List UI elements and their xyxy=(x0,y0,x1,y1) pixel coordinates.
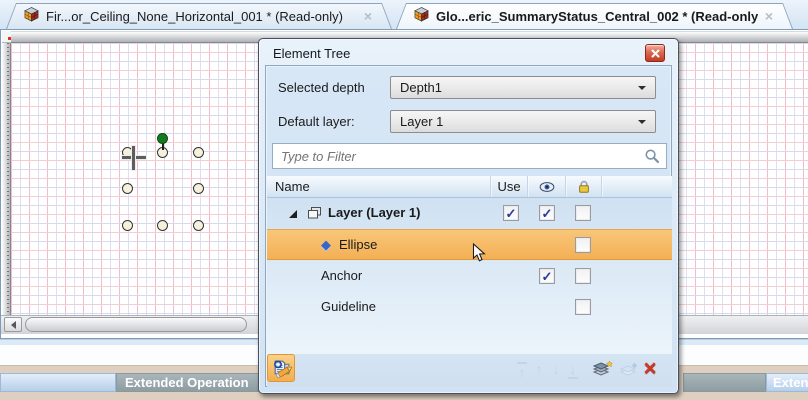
default-layer-label: Default layer: xyxy=(278,114,355,129)
anchor-handle-green-dot[interactable] xyxy=(157,133,168,144)
visibility-checkbox[interactable]: ✓ xyxy=(539,205,555,221)
tab-close-icon[interactable]: × xyxy=(765,9,773,23)
chevron-down-icon xyxy=(638,120,646,124)
document-cube-icon xyxy=(414,7,429,25)
scroll-left-arrow-icon xyxy=(11,321,16,329)
eye-icon xyxy=(539,181,555,193)
tab-close-icon[interactable]: × xyxy=(364,9,372,23)
tree-row-anchor[interactable]: Anchor ✓ xyxy=(267,261,672,292)
column-header-lock xyxy=(566,176,602,197)
tab-bar: Fir...or_Ceiling_None_Horizontal_001 * (… xyxy=(0,0,808,29)
tab-title: Fir...or_Ceiling_None_Horizontal_001 * (… xyxy=(46,9,357,24)
scroll-left-button[interactable] xyxy=(4,317,22,332)
anchor-point[interactable] xyxy=(193,183,204,194)
selected-depth-combobox[interactable]: Depth1 xyxy=(390,76,656,99)
application-window: Fir...or_Ceiling_None_Horizontal_001 * (… xyxy=(0,0,808,400)
ruler-ticks xyxy=(7,43,9,315)
move-down-button-disabled[interactable]: ↓ xyxy=(548,362,564,376)
row-label: Layer (Layer 1) xyxy=(328,205,421,220)
lock-checkbox[interactable] xyxy=(575,299,591,315)
add-layer-button[interactable] xyxy=(591,360,614,382)
anchor-handle-line xyxy=(162,143,164,150)
anchor-point[interactable] xyxy=(122,220,133,231)
vertical-ruler xyxy=(2,43,11,315)
anchor-point[interactable] xyxy=(193,147,204,158)
filter-input[interactable] xyxy=(273,149,638,164)
column-header-use: Use xyxy=(491,176,528,197)
move-up-button-disabled[interactable]: ↑ xyxy=(531,362,547,376)
scrollbar-thumb[interactable] xyxy=(25,317,247,332)
layers-icon xyxy=(307,206,322,223)
selected-depth-value: Depth1 xyxy=(400,80,638,95)
diamond-icon: ◆ xyxy=(321,237,331,253)
lock-checkbox[interactable] xyxy=(575,205,591,221)
column-header-visibility xyxy=(528,176,566,197)
tree-rows-area: Layer (Layer 1) ✓ ✓ ◆ Ellipse Anchor ✓ G xyxy=(267,198,672,354)
visibility-checkbox[interactable]: ✓ xyxy=(539,268,555,284)
crosshair-icon xyxy=(132,146,135,170)
tab-title: Glo...eric_SummaryStatus_Central_002 * (… xyxy=(436,9,758,24)
lock-checkbox[interactable] xyxy=(575,237,591,253)
column-header-spacer xyxy=(602,176,672,197)
tree-row-guideline[interactable]: Guideline xyxy=(267,292,672,323)
default-layer-combobox[interactable]: Layer 1 xyxy=(390,110,656,133)
dock-panel-extended-operation[interactable]: Extended Operation xyxy=(766,373,808,392)
dialog-title[interactable]: Element Tree xyxy=(273,46,350,61)
dock-panel-segment[interactable] xyxy=(0,373,116,392)
move-to-bottom-button-disabled[interactable]: ↓ xyxy=(565,362,581,379)
close-icon xyxy=(651,49,660,58)
expand-triangle-icon[interactable] xyxy=(289,210,297,218)
dialog-toolbar: ↑ ↑ ↓ ↓ xyxy=(267,354,672,387)
row-label: Ellipse xyxy=(339,237,377,252)
mouse-cursor xyxy=(472,243,486,266)
row-label: Guideline xyxy=(321,299,376,314)
default-layer-value: Layer 1 xyxy=(400,114,638,129)
selected-depth-label: Selected depth xyxy=(278,80,365,95)
move-to-top-button-disabled[interactable]: ↑ xyxy=(514,362,530,379)
ruler-origin-marker xyxy=(8,37,11,40)
filter-field xyxy=(272,143,667,169)
lock-icon xyxy=(577,180,591,194)
row-label: Anchor xyxy=(321,268,362,283)
column-header-name: Name xyxy=(267,176,491,197)
element-tree-dialog: Element Tree Selected depth Depth1 Defau… xyxy=(258,38,679,394)
highlighter-tool-icon[interactable] xyxy=(272,359,294,384)
tree-row-ellipse-selected[interactable]: ◆ Ellipse xyxy=(267,229,672,260)
dock-panel-label: Extended Operation xyxy=(773,375,808,390)
new-layer-button-disabled[interactable] xyxy=(618,361,640,382)
search-icon[interactable] xyxy=(638,148,666,164)
tab-document-2-active[interactable]: Glo...eric_SummaryStatus_Central_002 * (… xyxy=(396,3,793,29)
anchor-point[interactable] xyxy=(157,220,168,231)
anchor-point[interactable] xyxy=(122,183,133,194)
anchor-point[interactable] xyxy=(193,220,204,231)
bar-icon xyxy=(568,377,578,379)
chevron-down-icon xyxy=(638,86,646,90)
tree-table-header: Name Use xyxy=(267,176,672,198)
lock-checkbox[interactable] xyxy=(575,268,591,284)
dock-panel-label: Extended Operation xyxy=(125,375,249,390)
document-cube-icon xyxy=(24,7,39,25)
delete-button[interactable]: ✕ xyxy=(643,360,657,377)
dialog-close-button[interactable] xyxy=(645,44,665,62)
dialog-content-panel: Selected depth Depth1 Default layer: Lay… xyxy=(265,65,672,387)
tab-document-1[interactable]: Fir...or_Ceiling_None_Horizontal_001 * (… xyxy=(6,3,392,29)
tree-row-layer[interactable]: Layer (Layer 1) ✓ ✓ xyxy=(267,198,672,229)
dock-panel-segment[interactable] xyxy=(683,373,766,392)
use-checkbox[interactable]: ✓ xyxy=(503,205,519,221)
